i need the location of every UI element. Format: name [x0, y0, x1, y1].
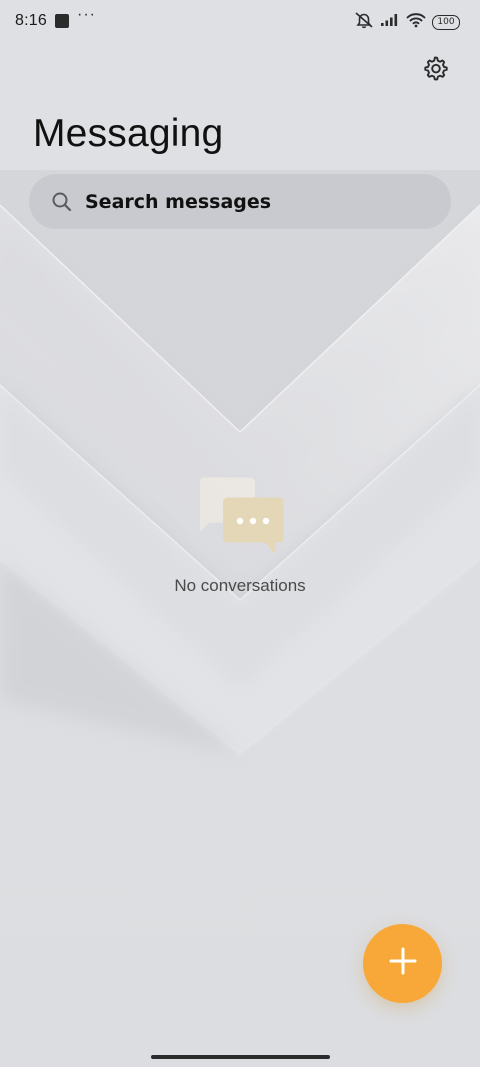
compose-button[interactable]: [363, 924, 442, 1003]
chat-bubbles-icon: [0, 476, 480, 556]
page-title: Messaging: [33, 112, 224, 155]
plus-icon: [388, 946, 418, 981]
battery-icon: 100: [432, 14, 460, 30]
search-bar[interactable]: [29, 174, 451, 229]
status-bar: 8:16 ··· 100: [0, 0, 480, 44]
wifi-icon: [406, 12, 426, 33]
status-time: 8:16: [15, 12, 47, 29]
home-indicator[interactable]: [151, 1055, 330, 1059]
signal-icon: [380, 13, 400, 32]
settings-button[interactable]: [420, 55, 450, 85]
empty-state-text: No conversations: [174, 576, 306, 595]
status-more-indicator: ···: [77, 6, 96, 23]
notification-square-icon: [55, 14, 69, 28]
bell-muted-icon: [354, 11, 374, 34]
status-icons: 100: [354, 11, 460, 34]
battery-level: 100: [437, 17, 455, 27]
empty-state: No conversations: [0, 476, 480, 596]
gear-icon: [421, 54, 449, 87]
search-icon: [51, 191, 73, 213]
search-input[interactable]: [85, 190, 415, 213]
